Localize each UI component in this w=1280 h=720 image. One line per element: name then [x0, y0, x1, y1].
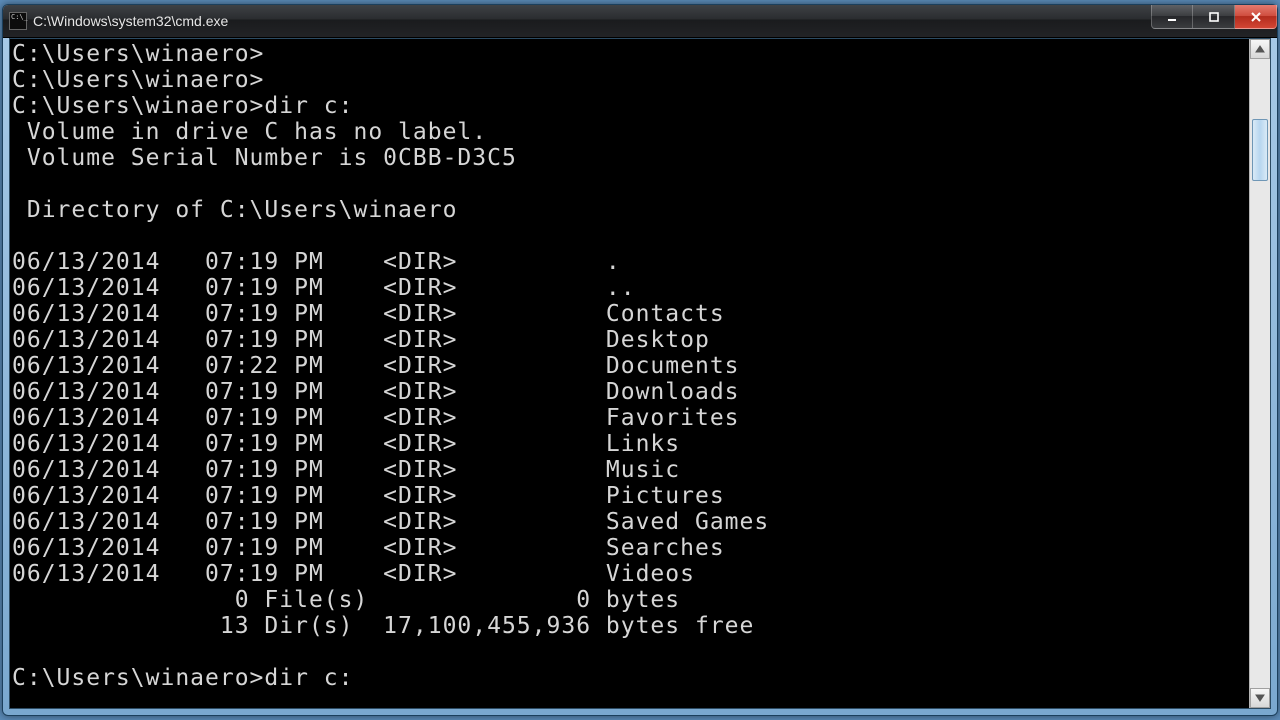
window-controls — [1151, 5, 1277, 29]
close-button[interactable] — [1235, 5, 1277, 29]
scroll-up-button[interactable] — [1250, 39, 1270, 59]
minimize-button[interactable] — [1151, 5, 1193, 29]
cmd-icon — [9, 12, 27, 30]
title-bar[interactable]: C:\Windows\system32\cmd.exe — [3, 5, 1277, 38]
cmd-window: C:\Windows\system32\cmd.exe C:\Users\win… — [2, 4, 1278, 716]
window-title: C:\Windows\system32\cmd.exe — [33, 13, 228, 29]
terminal-output[interactable]: C:\Users\winaero> C:\Users\winaero> C:\U… — [10, 39, 1249, 708]
scroll-track[interactable] — [1250, 59, 1270, 688]
vertical-scrollbar[interactable] — [1249, 39, 1270, 708]
maximize-button[interactable] — [1193, 5, 1235, 29]
scroll-thumb[interactable] — [1252, 119, 1268, 181]
scroll-down-button[interactable] — [1250, 688, 1270, 708]
client-area: C:\Users\winaero> C:\Users\winaero> C:\U… — [9, 38, 1271, 709]
